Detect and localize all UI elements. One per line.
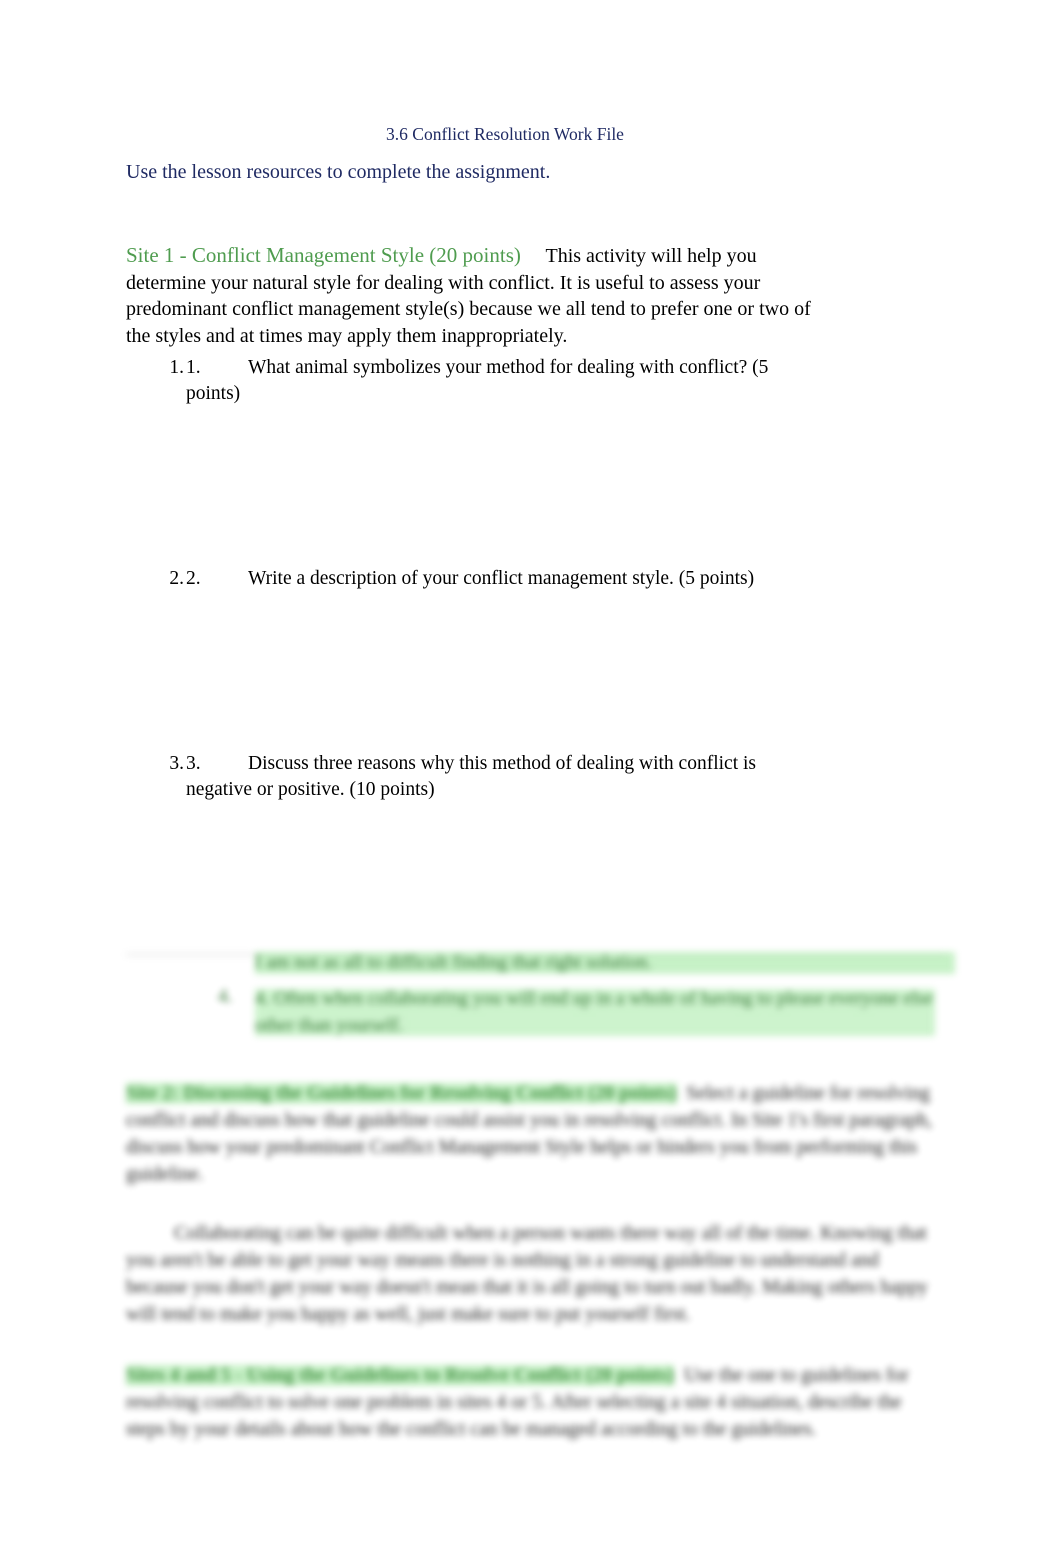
question-inner-number: 1. [186, 357, 201, 378]
blurred-question-5-number: 4. [218, 986, 233, 1007]
question-text-wrap: 3. Discuss three reasons why this method … [186, 751, 826, 803]
blurred-lower-content: I am not as all to difficult finding tha… [0, 930, 1062, 1561]
site1-section: Site 1 - Conflict Management Style (20 p… [126, 242, 826, 349]
question-outer-number: 2. [169, 568, 184, 589]
document-page: 3.6 Conflict Resolution Work File Use th… [0, 0, 1062, 1561]
question-text-wrap: 1. What animal symbolizes your method for… [186, 355, 826, 407]
question-text: Write a description of your conflict man… [248, 568, 755, 589]
blurred-question-5: 4. Often when collaborating you will end… [255, 986, 935, 1039]
blurred-site3-section: Sites 4 and 5 - Using the Guidelines to … [126, 1362, 938, 1443]
question-inner-number: 2. [186, 568, 201, 589]
page-title: 3.6 Conflict Resolution Work File [386, 124, 624, 144]
question-text: What animal symbolizes your method for d… [186, 357, 769, 404]
site1-heading: Site 1 - Conflict Management Style (20 p… [126, 243, 521, 267]
blurred-question-4: I am not as all to difficult finding tha… [255, 950, 955, 976]
question-outer-number: 3. [169, 753, 184, 774]
intro-instruction: Use the lesson resources to complete the… [126, 161, 551, 183]
blurred-site2-paragraph2: Collaborating can be quite difficult whe… [126, 1223, 928, 1325]
blurred-site2-heading: Site 2: Discussing the Guidelines for Re… [126, 1083, 677, 1104]
question-inner-number: 3. [186, 753, 201, 774]
question-outer-number: 1. [169, 357, 184, 378]
blurred-site3-heading: Sites 4 and 5 - Using the Guidelines to … [126, 1365, 675, 1386]
question-text: Discuss three reasons why this method of… [186, 753, 756, 800]
question-text-wrap: 2. Write a description of your conflict m… [186, 566, 826, 592]
blurred-site2-section: Site 2: Discussing the Guidelines for Re… [126, 1080, 938, 1188]
